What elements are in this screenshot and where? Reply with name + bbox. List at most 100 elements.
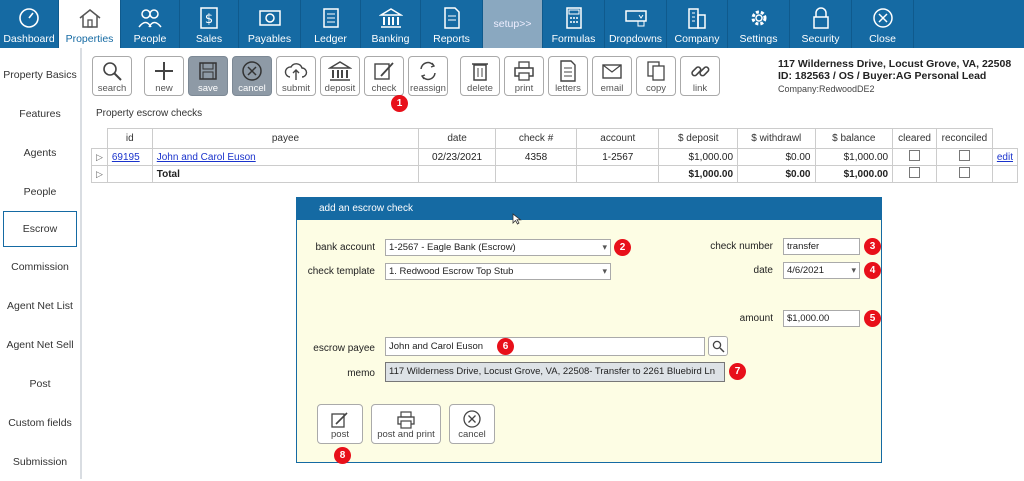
header-payee[interactable]: payee <box>151 128 420 149</box>
sidebar-item-agents[interactable]: Agents <box>0 133 80 172</box>
nav-properties[interactable]: Properties <box>59 0 121 48</box>
nav-close[interactable]: Close <box>852 0 914 48</box>
header-check-number[interactable]: check # <box>494 128 578 149</box>
deposit-button[interactable]: deposit <box>320 56 360 96</box>
reassign-button[interactable]: reassign <box>408 56 448 96</box>
gear-icon <box>747 6 771 30</box>
copy-pages-icon <box>643 59 669 83</box>
payee-search-button[interactable] <box>708 336 728 356</box>
dialog-title: add an escrow check <box>297 198 881 220</box>
nav-settings[interactable]: Settings <box>728 0 790 48</box>
total-label: Total <box>151 165 420 183</box>
save-button[interactable]: save <box>188 56 228 96</box>
floppy-disk-icon <box>195 59 221 83</box>
sidebar-item-agent-net-list[interactable]: Agent Net List <box>0 286 80 325</box>
cancel-button[interactable]: cancel <box>232 56 272 96</box>
row-payee-link[interactable]: John and Carol Euson <box>151 148 420 166</box>
header-reconciled[interactable]: reconciled <box>935 128 993 149</box>
sidebar-item-post[interactable]: Post <box>0 364 80 403</box>
nav-dashboard[interactable]: Dashboard <box>0 0 59 48</box>
row-edit-link[interactable]: edit <box>991 148 1019 166</box>
header-spacer <box>91 128 108 149</box>
nav-ledger[interactable]: Ledger <box>301 0 361 48</box>
nav-banking[interactable]: Banking <box>361 0 421 48</box>
new-button[interactable]: new <box>144 56 184 96</box>
row-account: 1-2567 <box>576 148 660 166</box>
total-withdrawl: $0.00 <box>737 165 816 183</box>
section-title: Property escrow checks <box>96 108 203 119</box>
nav-people[interactable]: People <box>121 0 180 48</box>
sidebar: Property Basics Features Agents People E… <box>0 48 82 479</box>
print-button[interactable]: print <box>504 56 544 96</box>
toolbar: search new save cancel submit deposit ch… <box>92 56 724 96</box>
sidebar-item-commission[interactable]: Commission <box>0 247 80 286</box>
total-expand-arrow[interactable]: ▷ <box>91 165 108 183</box>
escrow-payee-input[interactable]: John and Carol Euson <box>385 337 705 356</box>
property-info: 117 Wilderness Drive, Locust Grove, VA, … <box>778 58 1018 94</box>
row-check-number: 4358 <box>494 148 578 166</box>
submit-button[interactable]: submit <box>276 56 316 96</box>
row-balance: $1,000.00 <box>814 148 894 166</box>
sidebar-item-agent-net-sell[interactable]: Agent Net Sell <box>0 325 80 364</box>
header-withdrawl[interactable]: $ withdrawl <box>737 128 816 149</box>
date-picker[interactable]: 4/6/2021 <box>783 262 860 279</box>
nav-company[interactable]: Company <box>667 0 728 48</box>
callout-badge-7: 7 <box>729 363 746 380</box>
search-button[interactable]: search <box>92 56 132 96</box>
nav-formulas[interactable]: Formulas <box>543 0 605 48</box>
row-id-link[interactable]: 69195 <box>106 148 153 166</box>
post-and-print-button[interactable]: post and print <box>371 404 441 444</box>
nav-security[interactable]: Security <box>790 0 852 48</box>
row-reconciled-checkbox[interactable] <box>935 148 993 166</box>
row-expand-arrow[interactable]: ▷ <box>91 148 108 166</box>
sidebar-item-custom-fields[interactable]: Custom fields <box>0 403 80 442</box>
nav-setup[interactable]: setup>> <box>483 0 543 48</box>
cloud-upload-icon <box>283 59 309 83</box>
sidebar-item-features[interactable]: Features <box>0 94 80 133</box>
amount-input[interactable]: $1,000.00 <box>783 310 860 327</box>
search-icon <box>712 340 725 353</box>
total-cleared-checkbox[interactable] <box>892 165 937 183</box>
house-icon <box>78 6 102 30</box>
cancel-circle-icon <box>463 410 481 428</box>
check-number-input[interactable]: transfer <box>783 238 860 255</box>
sidebar-item-people[interactable]: People <box>0 172 80 211</box>
dollar-icon: $ <box>197 6 221 30</box>
callout-badge-3: 3 <box>864 238 881 255</box>
nav-reports[interactable]: Reports <box>421 0 483 48</box>
cancel-circle-icon <box>239 59 265 83</box>
email-button[interactable]: email <box>592 56 632 96</box>
header-date[interactable]: date <box>418 128 496 149</box>
bank-account-select[interactable]: 1-2567 - Eagle Bank (Escrow) <box>385 239 611 256</box>
letters-button[interactable]: letters <box>548 56 588 96</box>
nav-dropdowns[interactable]: Dropdowns <box>605 0 667 48</box>
sidebar-item-submission[interactable]: Submission <box>0 442 80 481</box>
header-cleared[interactable]: cleared <box>892 128 937 149</box>
link-button[interactable]: link <box>680 56 720 96</box>
table-row[interactable]: ▷ 69195 John and Carol Euson 02/23/2021 … <box>91 148 1019 166</box>
header-balance[interactable]: $ balance <box>814 128 894 149</box>
search-icon <box>99 59 125 83</box>
header-id[interactable]: id <box>106 128 153 149</box>
sidebar-item-property-basics[interactable]: Property Basics <box>0 55 80 94</box>
delete-button[interactable]: delete <box>460 56 500 96</box>
row-cleared-checkbox[interactable] <box>892 148 937 166</box>
check-template-select[interactable]: 1. Redwood Escrow Top Stub <box>385 263 611 280</box>
post-button[interactable]: post <box>317 404 363 444</box>
printer-icon <box>511 59 537 83</box>
close-icon <box>871 6 895 30</box>
trash-icon <box>467 59 493 83</box>
total-deposit: $1,000.00 <box>658 165 739 183</box>
sidebar-item-escrow[interactable]: Escrow <box>3 211 77 247</box>
callout-badge-4: 4 <box>864 262 881 279</box>
dialog-cancel-button[interactable]: cancel <box>449 404 495 444</box>
total-reconciled-checkbox[interactable] <box>935 165 993 183</box>
memo-input[interactable]: 117 Wilderness Drive, Locust Grove, VA, … <box>385 362 725 382</box>
header-account[interactable]: account <box>576 128 660 149</box>
dashboard-gauge-icon <box>17 6 41 30</box>
nav-sales[interactable]: $ Sales <box>180 0 239 48</box>
check-button[interactable]: check <box>364 56 404 96</box>
copy-button[interactable]: copy <box>636 56 676 96</box>
header-deposit[interactable]: $ deposit <box>658 128 739 149</box>
nav-payables[interactable]: Payables <box>239 0 301 48</box>
